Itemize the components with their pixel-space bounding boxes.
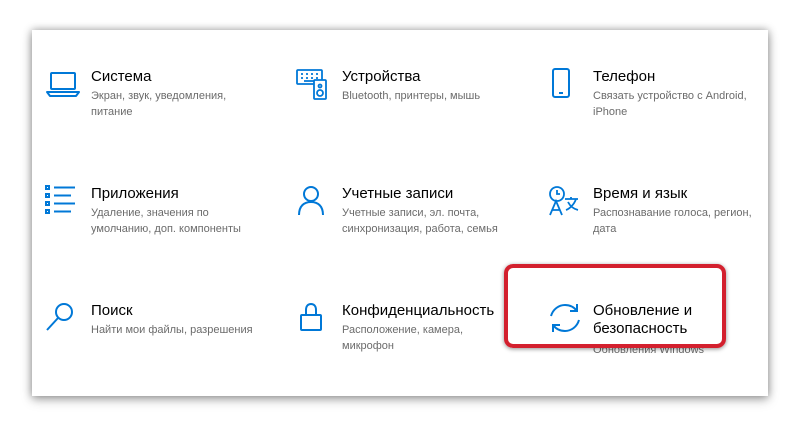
tile-description: Bluetooth, принтеры, мышь — [342, 90, 481, 102]
tile-title: Конфиденциальность — [342, 302, 495, 319]
time-language-icon — [547, 185, 587, 225]
tile-title: Система — [91, 68, 152, 85]
tile-description: Найти мои файлы, разрешения — [91, 324, 253, 336]
phone-icon — [547, 68, 587, 108]
keyboard-speaker-icon — [296, 68, 336, 108]
tile-description: Экран, звук, уведомления, питание — [91, 90, 227, 118]
tile-update-security[interactable]: Обновление и безопасность Обновления Win… — [547, 302, 767, 382]
lock-icon — [296, 302, 336, 342]
sync-arrows-icon — [547, 302, 587, 342]
tile-devices[interactable]: Устройства Bluetooth, принтеры, мышь — [296, 68, 516, 148]
tile-title: Устройства — [342, 68, 421, 85]
tile-title: Учетные записи — [342, 185, 454, 202]
person-icon — [296, 185, 336, 225]
tile-title: Обновление и безопасность — [593, 302, 693, 337]
tile-title: Поиск — [91, 302, 133, 319]
tile-description: Расположение, камера, микрофон — [342, 324, 464, 352]
laptop-icon — [45, 68, 85, 108]
tile-description: Учетные записи, эл. почта, синхронизация… — [342, 207, 498, 235]
tile-description: Удаление, значения по умолчанию, доп. ко… — [91, 207, 241, 235]
tile-privacy[interactable]: Конфиденциальность Расположение, камера,… — [296, 302, 516, 382]
tile-system[interactable]: Система Экран, звук, уведомления, питани… — [45, 68, 265, 148]
tile-phone[interactable]: Телефон Связать устройство с Android, iP… — [547, 68, 767, 148]
tile-accounts[interactable]: Учетные записи Учетные записи, эл. почта… — [296, 185, 516, 265]
tile-time-language[interactable]: Время и язык Распознавание голоса, регио… — [547, 185, 767, 265]
tile-title: Приложения — [91, 185, 179, 202]
tile-description: Распознавание голоса, регион, дата — [593, 207, 752, 235]
settings-panel: Система Экран, звук, уведомления, питани… — [32, 30, 768, 396]
tile-search[interactable]: Поиск Найти мои файлы, разрешения — [45, 302, 265, 382]
tile-description: Связать устройство с Android, iPhone — [593, 90, 747, 118]
tile-description: Обновления Windows — [593, 344, 705, 356]
apps-list-icon — [45, 185, 85, 225]
search-icon — [45, 302, 85, 342]
tile-title: Время и язык — [593, 185, 688, 202]
tile-title: Телефон — [593, 68, 656, 85]
tile-apps[interactable]: Приложения Удаление, значения по умолчан… — [45, 185, 265, 265]
